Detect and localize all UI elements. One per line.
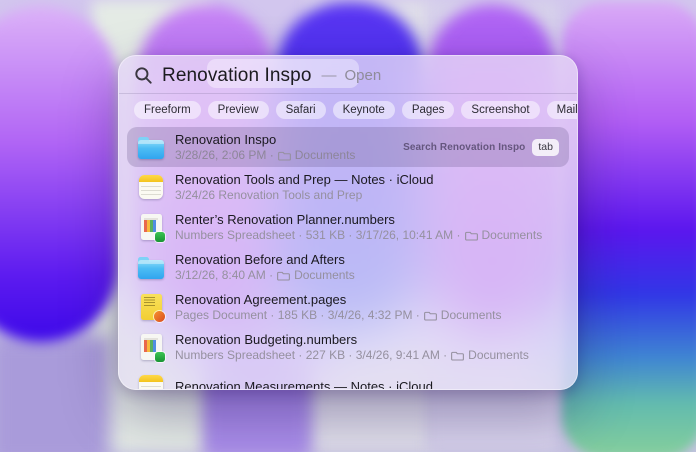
filter-chip-preview[interactable]: Preview (208, 101, 269, 119)
spotlight-panel: Renovation Inspo —Open Freeform Preview Sa… (118, 55, 578, 390)
result-row[interactable]: Renter’s Renovation Planner.numbers Numb… (127, 207, 569, 247)
results-list: Renovation Inspo 3/28/26, 2:06 PM · Docu… (119, 125, 577, 390)
folder-location-icon (451, 350, 464, 361)
result-title: Renovation Inspo (175, 132, 355, 148)
result-meta: 3/28/26, 2:06 PM · (175, 148, 274, 162)
result-meta: Numbers Spreadsheet · 531 KB · 3/17/26, … (175, 228, 461, 242)
folder-location-icon (278, 150, 291, 161)
search-input[interactable]: Renovation Inspo (162, 65, 311, 87)
numbers-icon (135, 334, 167, 360)
autocomplete-hint: —Open (321, 67, 381, 84)
result-subtitle: 3/28/26, 2:06 PM · Documents (175, 148, 355, 162)
filter-chip-mail[interactable]: Mail (547, 101, 578, 119)
result-location: Documents (441, 308, 502, 322)
folder-location-icon (465, 230, 478, 241)
result-subtitle: Numbers Spreadsheet · 227 KB · 3/4/26, 9… (175, 348, 529, 362)
filter-chip-row: Freeform Preview Safari Keynote Pages Screens… (119, 94, 577, 125)
result-meta: Pages Document · 185 KB · 3/4/26, 4:32 P… (175, 308, 420, 322)
result-subtitle: Pages Document · 185 KB · 3/4/26, 4:32 P… (175, 308, 502, 322)
result-row[interactable]: Renovation Budgeting.numbers Numbers Spr… (127, 327, 569, 367)
wallpaper-capsule (562, 2, 696, 452)
numbers-icon (135, 214, 167, 240)
folder-icon (135, 255, 167, 279)
result-subtitle: Numbers Spreadsheet · 531 KB · 3/17/26, … (175, 228, 542, 242)
result-title: Renter’s Renovation Planner.numbers (175, 212, 542, 228)
folder-location-icon (424, 310, 437, 321)
filter-chip-freeform[interactable]: Freeform (134, 101, 201, 119)
row-action-hint: Search Renovation Inspo tab (403, 127, 559, 167)
result-location: Documents (295, 148, 356, 162)
folder-icon (135, 135, 167, 159)
result-row[interactable]: Renovation Measurements — Notes · iCloud (127, 367, 569, 390)
result-location: Documents (482, 228, 543, 242)
folder-location-icon (277, 270, 290, 281)
result-subtitle: 3/24/26 Renovation Tools and Prep (175, 188, 433, 202)
result-row[interactable]: Renovation Tools and Prep — Notes · iClo… (127, 167, 569, 207)
filter-chip-keynote[interactable]: Keynote (333, 101, 395, 119)
result-location: Documents (468, 348, 529, 362)
result-location: Documents (294, 268, 355, 282)
result-title: Renovation Agreement.pages (175, 292, 502, 308)
wallpaper-capsule (0, 6, 118, 342)
result-row[interactable]: Renovation Agreement.pages Pages Documen… (127, 287, 569, 327)
result-meta: 3/24/26 Renovation Tools and Prep (175, 188, 362, 202)
result-title: Renovation Tools and Prep — Notes · iClo… (175, 172, 433, 188)
filter-chip-screenshot[interactable]: Screenshot (461, 101, 539, 119)
result-title: Renovation Measurements — Notes · iCloud (175, 379, 433, 390)
notes-icon (135, 375, 167, 390)
filter-chip-pages[interactable]: Pages (402, 101, 455, 119)
notes-icon (135, 175, 167, 199)
result-title: Renovation Before and Afters (175, 252, 355, 268)
result-meta: Numbers Spreadsheet · 227 KB · 3/4/26, 9… (175, 348, 447, 362)
result-row[interactable]: Renovation Before and Afters 3/12/26, 8:… (127, 247, 569, 287)
search-bar[interactable]: Renovation Inspo —Open (119, 56, 577, 93)
result-title: Renovation Budgeting.numbers (175, 332, 529, 348)
result-meta: 3/12/26, 8:40 AM · (175, 268, 273, 282)
pages-icon (135, 294, 167, 320)
search-icon (134, 66, 153, 85)
tab-key-badge[interactable]: tab (532, 139, 559, 156)
filter-chip-safari[interactable]: Safari (276, 101, 326, 119)
action-hint-text: Search Renovation Inspo (403, 142, 525, 153)
wallpaper-bar (0, 336, 110, 452)
result-subtitle: 3/12/26, 8:40 AM · Documents (175, 268, 355, 282)
result-row[interactable]: Renovation Inspo 3/28/26, 2:06 PM · Docu… (127, 127, 569, 167)
